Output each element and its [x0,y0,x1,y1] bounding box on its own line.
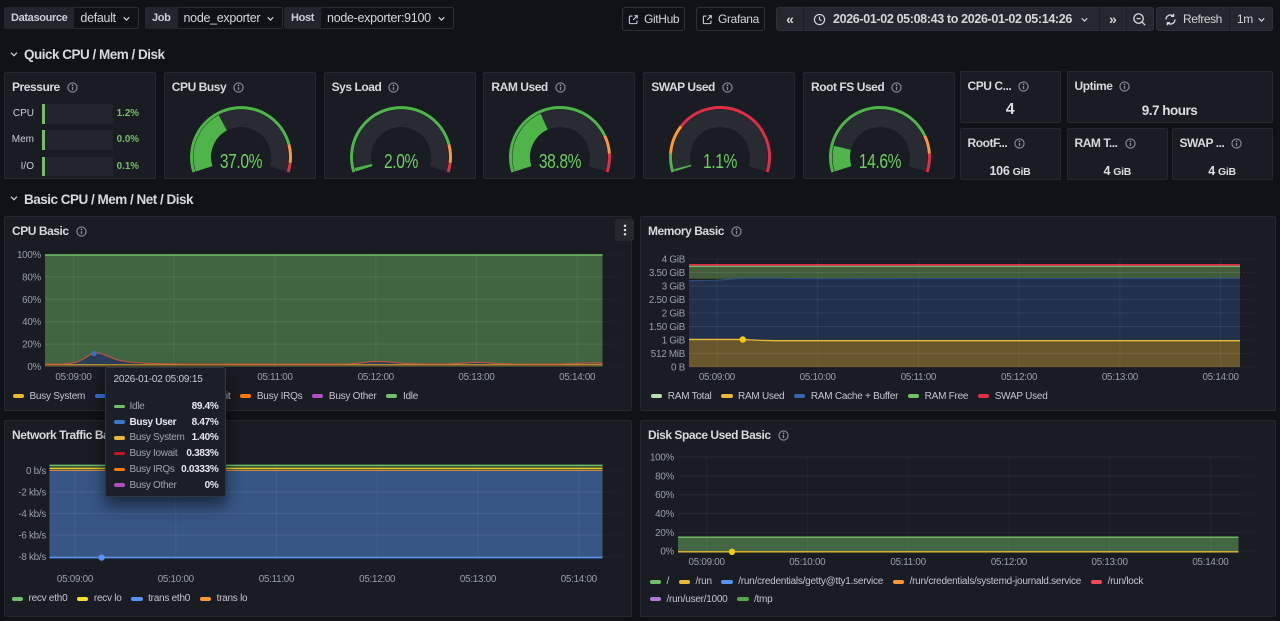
svg-text:2 GiB: 2 GiB [662,309,686,320]
svg-text:05:11:00: 05:11:00 [890,557,926,568]
svg-text:14.6%: 14.6% [859,150,901,173]
svg-text:05:12:00: 05:12:00 [991,557,1028,568]
svg-text:05:10:00: 05:10:00 [789,557,826,568]
svg-text:05:13:00: 05:13:00 [460,574,497,585]
svg-text:1 GiB: 1 GiB [662,336,686,347]
svg-text:05:09:00: 05:09:00 [689,557,726,568]
svg-text:40%: 40% [22,317,41,328]
svg-text:-6 kb/s: -6 kb/s [18,530,46,541]
svg-text:100%: 100% [17,250,42,261]
svg-text:0 b/s: 0 b/s [26,466,46,477]
svg-text:1.1%: 1.1% [703,150,737,173]
svg-text:0%: 0% [660,546,674,557]
svg-text:40%: 40% [655,509,674,520]
svg-text:05:09:00: 05:09:00 [57,574,94,585]
svg-text:4 GiB: 4 GiB [662,255,686,266]
svg-text:60%: 60% [22,295,41,306]
svg-text:05:09:00: 05:09:00 [55,372,92,383]
svg-text:-8 kb/s: -8 kb/s [18,552,46,563]
svg-text:05:12:00: 05:12:00 [1001,372,1038,383]
svg-text:05:11:00: 05:11:00 [259,574,295,585]
svg-text:0%: 0% [27,362,41,373]
svg-text:1.50 GiB: 1.50 GiB [649,322,686,333]
svg-text:05:14:00: 05:14:00 [1203,372,1240,383]
svg-text:80%: 80% [655,471,674,482]
svg-text:2.50 GiB: 2.50 GiB [649,295,686,306]
svg-text:38.8%: 38.8% [539,150,581,173]
svg-text:05:11:00: 05:11:00 [257,372,293,383]
svg-text:0 B: 0 B [671,363,686,374]
svg-text:05:14:00: 05:14:00 [1192,557,1229,568]
svg-text:05:13:00: 05:13:00 [1102,372,1139,383]
svg-text:3 GiB: 3 GiB [662,282,686,293]
svg-text:05:12:00: 05:12:00 [359,574,396,585]
svg-text:80%: 80% [22,272,41,283]
svg-text:-2 kb/s: -2 kb/s [18,487,46,498]
svg-text:37.0%: 37.0% [220,150,262,173]
svg-text:05:14:00: 05:14:00 [559,372,596,383]
svg-text:3.50 GiB: 3.50 GiB [649,268,686,279]
svg-text:-4 kb/s: -4 kb/s [18,509,46,520]
svg-text:512 MiB: 512 MiB [651,349,686,360]
svg-text:05:11:00: 05:11:00 [901,372,937,383]
svg-text:05:13:00: 05:13:00 [1092,557,1129,568]
svg-text:05:14:00: 05:14:00 [561,574,598,585]
svg-text:20%: 20% [22,340,41,351]
svg-text:60%: 60% [655,490,674,501]
svg-text:100%: 100% [650,452,675,463]
svg-text:05:12:00: 05:12:00 [358,372,395,383]
svg-text:05:13:00: 05:13:00 [458,372,495,383]
svg-text:2.0%: 2.0% [384,150,418,173]
svg-text:20%: 20% [655,527,674,538]
svg-text:05:10:00: 05:10:00 [800,372,837,383]
svg-text:05:10:00: 05:10:00 [158,574,195,585]
svg-text:05:09:00: 05:09:00 [699,372,736,383]
